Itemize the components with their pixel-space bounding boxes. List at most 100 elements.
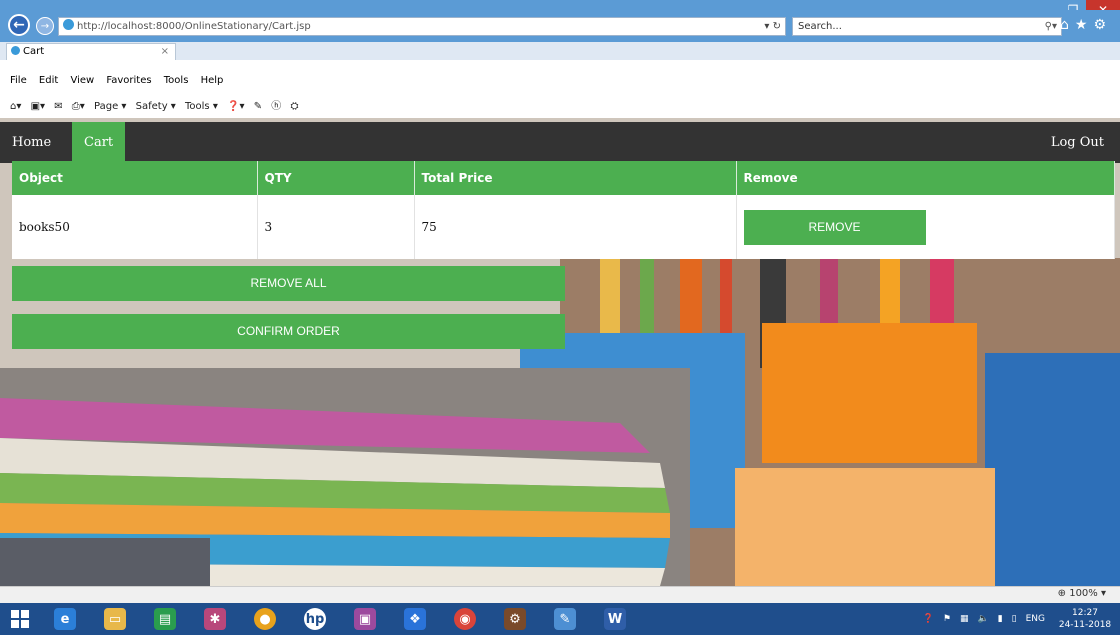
media-player-icon: ● [254,608,276,630]
table-header-row: Object QTY Total Price Remove [12,161,1115,195]
mail-icon[interactable]: ✉ [54,101,62,112]
windows-logo-icon [11,610,29,628]
address-bar[interactable]: http://localhost:8000/OnlineStationary/C… [58,17,786,36]
forward-button[interactable]: → [36,17,54,35]
status-bar: ⊕ 100% ▾ [0,586,1120,603]
taskbar-hp[interactable]: hp [290,603,340,635]
menu-view[interactable]: View [70,75,94,86]
system-tray: ❓ ⚑ ▦ 🔈 ▮ ▯ ENG 12:27 24-11-2018 [923,603,1120,635]
cell-qty: 3 [257,195,415,259]
search-icon[interactable]: ⚲▾ [1045,18,1057,35]
word-icon: W [604,608,626,630]
hp-icon[interactable]: ⓗ [271,101,281,112]
support-icon: ▣ [354,608,376,630]
menu-file[interactable]: File [10,75,27,86]
taskbar: e ▭ ▤ ✱ ● hp ▣ ❖ ◉ ⚙ ✎ W ❓ ⚑ ▦ 🔈 ▮ ▯ ENG… [0,603,1120,635]
tab-strip: Cart × [0,42,1120,60]
cart-table: Object QTY Total Price Remove books50 3 … [12,161,1115,259]
taskbar-explorer[interactable]: ▭ [90,603,140,635]
taskbar-ie[interactable]: e [40,603,90,635]
clock-time: 12:27 [1072,608,1098,618]
remove-button[interactable]: REMOVE [743,209,926,245]
col-header-total-price: Total Price [414,161,737,195]
clock-date: 24-11-2018 [1058,620,1112,630]
cell-object: books50 [12,195,258,259]
tab-favicon [11,46,20,55]
battery-icon[interactable]: ▯ [1012,614,1017,624]
tab-close-icon[interactable]: × [161,44,169,59]
table-row: books50 3 75 REMOVE [12,195,1115,259]
webpage: Home Cart Log Out Object QTY Total Price… [0,118,1120,586]
remove-all-button[interactable]: REMOVE ALL [12,266,565,301]
puzzle-icon: ✱ [204,608,226,630]
tab-cart[interactable]: Cart × [6,43,176,60]
star-icon[interactable]: ★ [1075,17,1094,33]
menu-tools[interactable]: Tools [164,75,189,86]
taskbar-chrome[interactable]: ◉ [440,603,490,635]
hp-icon: hp [304,608,326,630]
site-navbar: Home Cart Log Out [0,122,1120,163]
zoom-level: 100% [1069,588,1098,599]
search-placeholder: Search... [798,21,842,32]
zoom-control[interactable]: ⊕ 100% ▾ [1058,588,1106,599]
folder-icon: ▭ [104,608,126,630]
browser-address-row: ← → http://localhost:8000/OnlineStationa… [0,10,1120,42]
volume-icon[interactable]: 🔈 [977,614,988,624]
feeds-icon[interactable]: ▣▾ [31,101,45,112]
menu-edit[interactable]: Edit [39,75,58,86]
help-tray-icon[interactable]: ❓ [923,614,934,624]
command-bar: ⌂▾ ▣▾ ✉ ⎙▾ Page ▾ Safety ▾ Tools ▾ ❓▾ ✎ … [10,97,304,112]
taskbar-media[interactable]: ● [240,603,290,635]
nav-logout-link[interactable]: Log Out [1039,122,1116,163]
back-button[interactable]: ← [8,14,30,36]
gear-icon[interactable]: ⚙ [1093,17,1112,33]
clock[interactable]: 12:27 24-11-2018 [1054,607,1116,631]
taskbar-word[interactable]: W [590,603,640,635]
menu-favorites[interactable]: Favorites [106,75,151,86]
col-header-remove: Remove [736,161,1115,195]
address-url: http://localhost:8000/OnlineStationary/C… [77,21,311,32]
window-titlebar [0,0,1120,10]
tab-title: Cart [23,46,45,57]
home-cmd-icon[interactable]: ⌂▾ [10,101,21,112]
dropbox-icon: ❖ [404,608,426,630]
taskbar-dropbox[interactable]: ❖ [390,603,440,635]
print-icon[interactable]: ⎙▾ [72,101,85,112]
network-tray-icon[interactable]: ▦ [960,614,969,624]
internet-explorer-icon: e [54,608,76,630]
taskbar-support[interactable]: ▣ [340,603,390,635]
tool-app-icon: ⚙ [504,608,526,630]
safety-menu[interactable]: Safety ▾ [136,101,176,112]
taskbar-store[interactable]: ▤ [140,603,190,635]
paint-icon: ✎ [554,608,576,630]
tools-menu[interactable]: Tools ▾ [185,101,218,112]
confirm-order-button[interactable]: CONFIRM ORDER [12,314,565,349]
store-icon: ▤ [154,608,176,630]
cell-remove: REMOVE [736,195,1115,259]
nav-home-link[interactable]: Home [0,122,63,163]
taskbar-app-puzzle[interactable]: ✱ [190,603,240,635]
flag-icon[interactable]: ⚑ [943,614,951,624]
page-menu[interactable]: Page ▾ [94,101,126,112]
cell-total-price: 75 [414,195,737,259]
home-icon[interactable]: ⌂ [1060,17,1075,33]
addon-icon[interactable]: ✎ [254,101,262,112]
address-bar-controls[interactable]: ▾ ↻ [764,18,781,35]
ie-page-icon [63,19,74,30]
chrome-icon: ◉ [454,608,476,630]
menu-help[interactable]: Help [201,75,224,86]
research-icon[interactable]: ⛭ [290,101,298,112]
taskbar-paint[interactable]: ✎ [540,603,590,635]
menu-items: File Edit View Favorites Tools Help [10,75,232,86]
start-button[interactable] [0,603,40,635]
col-header-object: Object [12,161,258,195]
search-input[interactable]: Search... ⚲▾ [792,17,1062,36]
nav-cart-link[interactable]: Cart [72,122,126,163]
browser-menubar: File Edit View Favorites Tools Help ⌂▾ ▣… [0,60,1120,118]
taskbar-app-tool[interactable]: ⚙ [490,603,540,635]
signal-icon[interactable]: ▮ [998,614,1003,624]
favorites-icons: ⌂★⚙ [1060,17,1112,33]
language-indicator[interactable]: ENG [1026,614,1045,624]
col-header-qty: QTY [257,161,415,195]
help-icon[interactable]: ❓▾ [227,101,244,112]
